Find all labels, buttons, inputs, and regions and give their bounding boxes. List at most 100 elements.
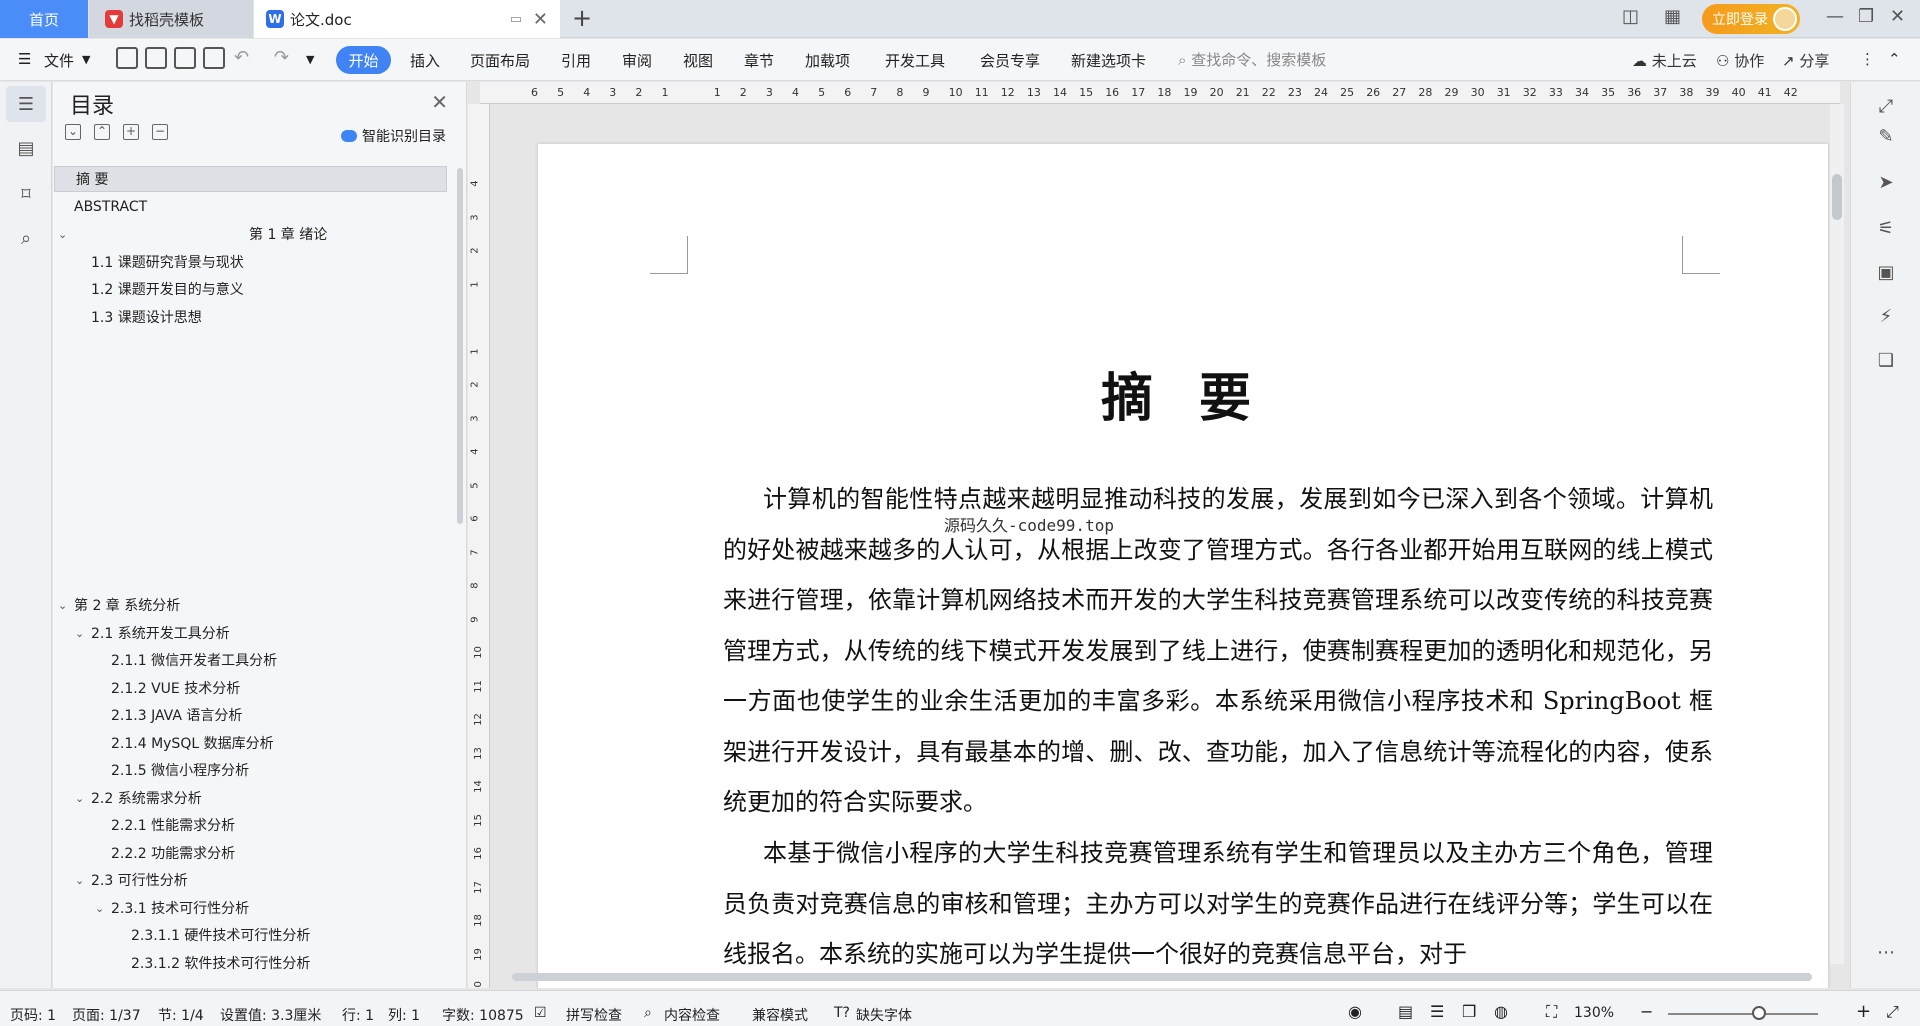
add-level-icon[interactable]: + <box>123 124 139 140</box>
read-view-icon[interactable]: ❒ <box>1462 1002 1476 1021</box>
collapse-all-icon[interactable]: ⌄ <box>65 124 81 140</box>
more-tools-icon[interactable]: ⋯ <box>1875 942 1897 964</box>
ribbon-tab-view[interactable]: 视图 <box>683 50 713 71</box>
ruler-tick: 2 <box>635 86 643 99</box>
fit-page-icon[interactable]: ⛶ <box>1546 1002 1557 1022</box>
vertical-ruler[interactable]: 4 3 2 1 1 2 3 4 5 6 7 8 9 10 11 12 13 14 15 16 17 18 19 20 <box>468 104 490 988</box>
folder-nav-icon[interactable]: ▤ <box>14 138 38 160</box>
ruler-tick: 4 <box>792 86 799 99</box>
grid-apps-icon[interactable]: ▦ <box>1664 6 1681 27</box>
close-tab-icon[interactable]: ✕ <box>533 9 548 30</box>
redo-icon[interactable]: ↷ <box>274 47 289 68</box>
ribbon-tab-insert[interactable]: 插入 <box>410 50 440 71</box>
book-icon[interactable]: ❏ <box>1875 350 1897 372</box>
zoom-in-icon[interactable]: + <box>1856 1001 1871 1022</box>
status-page[interactable]: 页面: 1/37 <box>72 1005 141 1025</box>
status-bar: 页码: 1 页面: 1/37 节: 1/4 设置值: 3.3厘米 行: 1 列:… <box>0 990 1920 1026</box>
spellcheck-icon[interactable]: ☑ <box>534 1005 547 1021</box>
ruler-tick: 41 <box>1757 86 1772 99</box>
horizontal-scroll-thumb[interactable] <box>512 973 1812 981</box>
print-icon[interactable] <box>174 47 196 69</box>
chevron-down-icon[interactable]: ⌄ <box>95 902 104 915</box>
missing-font-icon[interactable]: T? <box>834 1005 850 1021</box>
login-button[interactable]: 立即登录 <box>1702 4 1800 34</box>
collab-button[interactable]: ⚇ 协作 <box>1716 50 1764 71</box>
chevron-down-icon[interactable]: ⌄ <box>75 627 84 640</box>
smart-toc-button[interactable]: 智能识别目录 <box>341 126 446 146</box>
toc-nav-icon[interactable]: ☰ <box>14 94 38 116</box>
content-check-icon[interactable]: ⌕ <box>644 1005 652 1021</box>
zoom-out-icon[interactable]: − <box>1640 1002 1653 1021</box>
content-check-button[interactable]: 内容检查 <box>664 1005 720 1025</box>
collapse-ribbon-icon[interactable]: ⌃ <box>1888 50 1901 68</box>
file-menu[interactable]: 文件 <box>44 50 74 71</box>
adjust-icon[interactable]: ⚟ <box>1875 218 1897 240</box>
toc-item[interactable]: 摘 要 <box>54 166 447 192</box>
ruler-tick: 14 <box>472 780 484 793</box>
toc-item-label: 2.1.4 MySQL 数据库分析 <box>111 736 274 752</box>
chevron-down-icon[interactable]: ⌄ <box>58 228 67 241</box>
zoom-slider[interactable] <box>1668 1013 1818 1015</box>
status-words[interactable]: 字数: 10875 <box>442 1005 524 1025</box>
pen-icon[interactable]: ✎ <box>1875 126 1897 148</box>
page-view-icon[interactable]: ▤ <box>1398 1002 1413 1021</box>
cloud-status[interactable]: ☁ 未上云 <box>1632 50 1697 71</box>
ribbon-tab-review[interactable]: 审阅 <box>622 50 652 71</box>
ribbon-tab-new[interactable]: 新建选项卡 <box>1071 50 1146 71</box>
web-view-icon[interactable]: ◍ <box>1494 1002 1508 1021</box>
bookmark-nav-icon[interactable]: ⌑ <box>14 184 38 206</box>
spellcheck-button[interactable]: 拼写检查 <box>566 1005 622 1025</box>
quick-access-more-icon[interactable]: ▼ <box>306 53 314 66</box>
close-icon[interactable]: ✕ <box>431 90 448 114</box>
share-button[interactable]: ↗ 分享 <box>1782 50 1829 71</box>
layout-icon[interactable]: ◫ <box>1622 6 1639 27</box>
zoom-slider-handle[interactable] <box>1752 1006 1766 1020</box>
eye-icon[interactable]: ◉ <box>1348 1002 1362 1021</box>
search-nav-icon[interactable]: ⌕ <box>14 228 38 250</box>
ruler-tick: 6 <box>469 515 481 522</box>
close-window-icon[interactable]: ✕ <box>1890 6 1905 27</box>
zoom-level[interactable]: 130% <box>1574 1005 1614 1021</box>
chevron-down-icon[interactable]: ⌄ <box>75 792 84 805</box>
ribbon-tab-member[interactable]: 会员专享 <box>980 50 1040 71</box>
fullscreen-icon[interactable]: ⤢ <box>1886 1002 1899 1022</box>
ribbon-tab-addins[interactable]: 加载项 <box>805 50 850 71</box>
menu-icon[interactable]: ☰ <box>18 50 31 68</box>
vertical-scroll-thumb[interactable] <box>1832 174 1842 220</box>
more-icon[interactable]: ⋮ <box>1860 50 1875 68</box>
expand-panel-icon[interactable]: ⤢ <box>1875 96 1897 118</box>
undo-icon[interactable]: ↶ <box>234 47 249 68</box>
tab-home[interactable]: 首页 <box>0 0 88 38</box>
image-icon[interactable]: ▣ <box>1875 262 1897 284</box>
chevron-down-icon[interactable]: ▼ <box>82 53 90 66</box>
abstract-paragraph-1: 计算机的智能性特点越来越明显推动科技的发展，发展到如今已深入到各个领域。计算机的… <box>723 485 1713 816</box>
horizontal-scrollbar[interactable] <box>498 970 1828 984</box>
ribbon-tab-start[interactable]: 开始 <box>336 46 391 74</box>
expand-all-icon[interactable]: ⌃ <box>94 124 110 140</box>
outline-view-icon[interactable]: ☰ <box>1430 1002 1444 1021</box>
tab-document[interactable]: W 论文.doc ▭ ✕ <box>254 0 560 38</box>
save-icon[interactable] <box>116 47 138 69</box>
command-search[interactable]: ⌕ 查找命令、搜索模板 <box>1178 49 1326 70</box>
vertical-scrollbar[interactable] <box>1830 104 1844 964</box>
toc-scrollbar[interactable] <box>457 168 463 524</box>
export-icon[interactable] <box>145 47 167 69</box>
horizontal-ruler[interactable]: 6 5 4 3 2 1 1 2 3 4 5 6 7 8 9 10 11 12 13 14 15 16 17 18 19 20 21 2… <box>480 82 1840 104</box>
chevron-down-icon[interactable]: ⌄ <box>58 599 67 612</box>
tab-template[interactable]: ▼ 找稻壳模板 <box>89 0 253 38</box>
ribbon-tab-reference[interactable]: 引用 <box>561 50 591 71</box>
lightning-icon[interactable]: ⚡ <box>1875 306 1897 328</box>
cursor-icon[interactable]: ➤ <box>1875 172 1897 194</box>
ribbon-tab-layout[interactable]: 页面布局 <box>470 50 530 71</box>
ribbon-tab-section[interactable]: 章节 <box>744 50 774 71</box>
minimize-icon[interactable]: — <box>1826 6 1844 27</box>
new-tab-icon[interactable]: + <box>572 4 592 32</box>
ribbon-tab-devtools[interactable]: 开发工具 <box>885 50 945 71</box>
remove-level-icon[interactable]: − <box>152 124 168 140</box>
document-page[interactable]: 摘 要 计算机的智能性特点越来越明显推动科技的发展，发展到如今已深入到各个领域。… <box>538 144 1828 988</box>
missing-font-button[interactable]: 缺失字体 <box>856 1005 912 1025</box>
window-float-icon[interactable]: ▭ <box>510 12 522 27</box>
chevron-down-icon[interactable]: ⌄ <box>75 874 84 887</box>
restore-icon[interactable]: ❐ <box>1858 6 1874 27</box>
print-preview-icon[interactable] <box>203 47 225 69</box>
